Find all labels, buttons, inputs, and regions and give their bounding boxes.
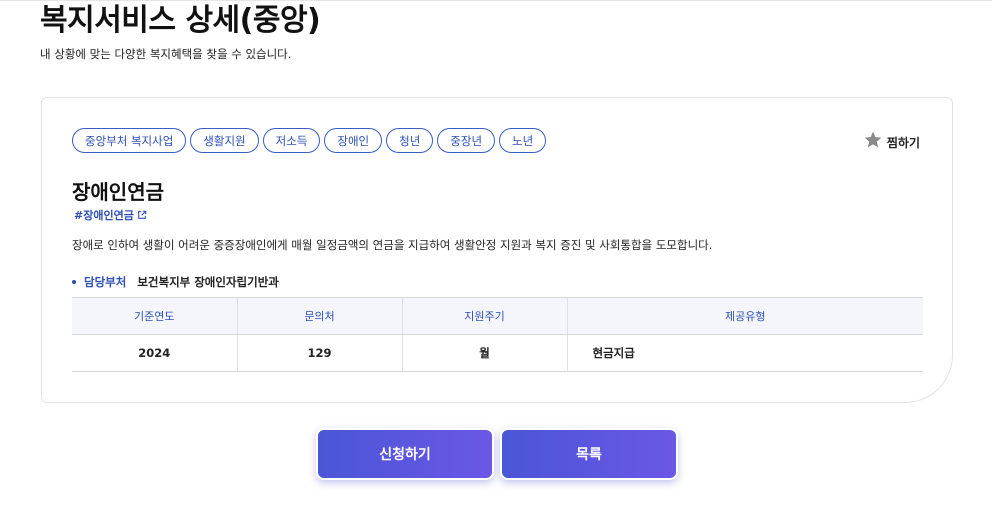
hashtag-text: #장애인연금 [74, 208, 134, 222]
tag-item[interactable]: 장애인 [324, 128, 383, 153]
table-header: 문의처 [237, 297, 403, 335]
tag-item[interactable]: 생활지원 [190, 128, 259, 153]
external-link-icon [137, 205, 147, 224]
table-header-row: 기준연도 문의처 지원주기 제공유형 [72, 297, 923, 335]
table-header: 기준연도 [72, 297, 238, 335]
table-cell: 현금지급 [592, 346, 635, 360]
bullet-dot [72, 280, 76, 284]
tag-item[interactable]: 저소득 [262, 128, 321, 153]
table-row: 2024 129 월 현금지급 [72, 334, 923, 372]
department-row: 담당부처 보건복지부 장애인자립기반과 [72, 274, 279, 290]
info-table: 기준연도 문의처 지원주기 제공유형 2024 129 월 현금지급 [72, 297, 923, 372]
tag-item[interactable]: 중앙부처 복지사업 [72, 128, 187, 153]
tag-item[interactable]: 중장년 [437, 128, 496, 153]
table-cell: 월 [402, 334, 568, 372]
tag-item[interactable]: 청년 [386, 128, 434, 153]
service-title: 장애인연금 [72, 180, 164, 204]
table-header: 제공유형 [567, 297, 923, 335]
apply-button[interactable]: 신청하기 [316, 428, 494, 480]
table-header: 지원주기 [402, 297, 568, 335]
service-detail-card: 중앙부처 복지사업 생활지원 저소득 장애인 청년 중장년 노년 찜하기 장애인… [41, 97, 953, 403]
page-title: 복지서비스 상세(중앙) [40, 3, 321, 38]
tag-item[interactable]: 노년 [499, 128, 547, 153]
list-button[interactable]: 목록 [500, 428, 678, 480]
hashtag-link[interactable]: #장애인연금 [74, 205, 147, 224]
favorite-button[interactable]: 찜하기 [863, 130, 920, 154]
table-cell: 129 [237, 334, 403, 372]
favorite-label: 찜하기 [886, 135, 920, 150]
department-value: 보건복지부 장애인자립기반과 [137, 275, 279, 289]
action-buttons: 신청하기 목록 [316, 428, 678, 480]
table-cell: 2024 [72, 334, 238, 372]
page-subtitle: 내 상황에 맞는 다양한 복지혜택을 찾을 수 있습니다. [40, 47, 292, 61]
tag-list: 중앙부처 복지사업 생활지원 저소득 장애인 청년 중장년 노년 [72, 128, 547, 153]
service-description: 장애로 인하여 생활이 어려운 중증장애인에게 매월 일정금액의 연금을 지급하… [72, 238, 713, 252]
department-label: 담당부처 [84, 275, 127, 289]
star-icon [863, 130, 883, 154]
